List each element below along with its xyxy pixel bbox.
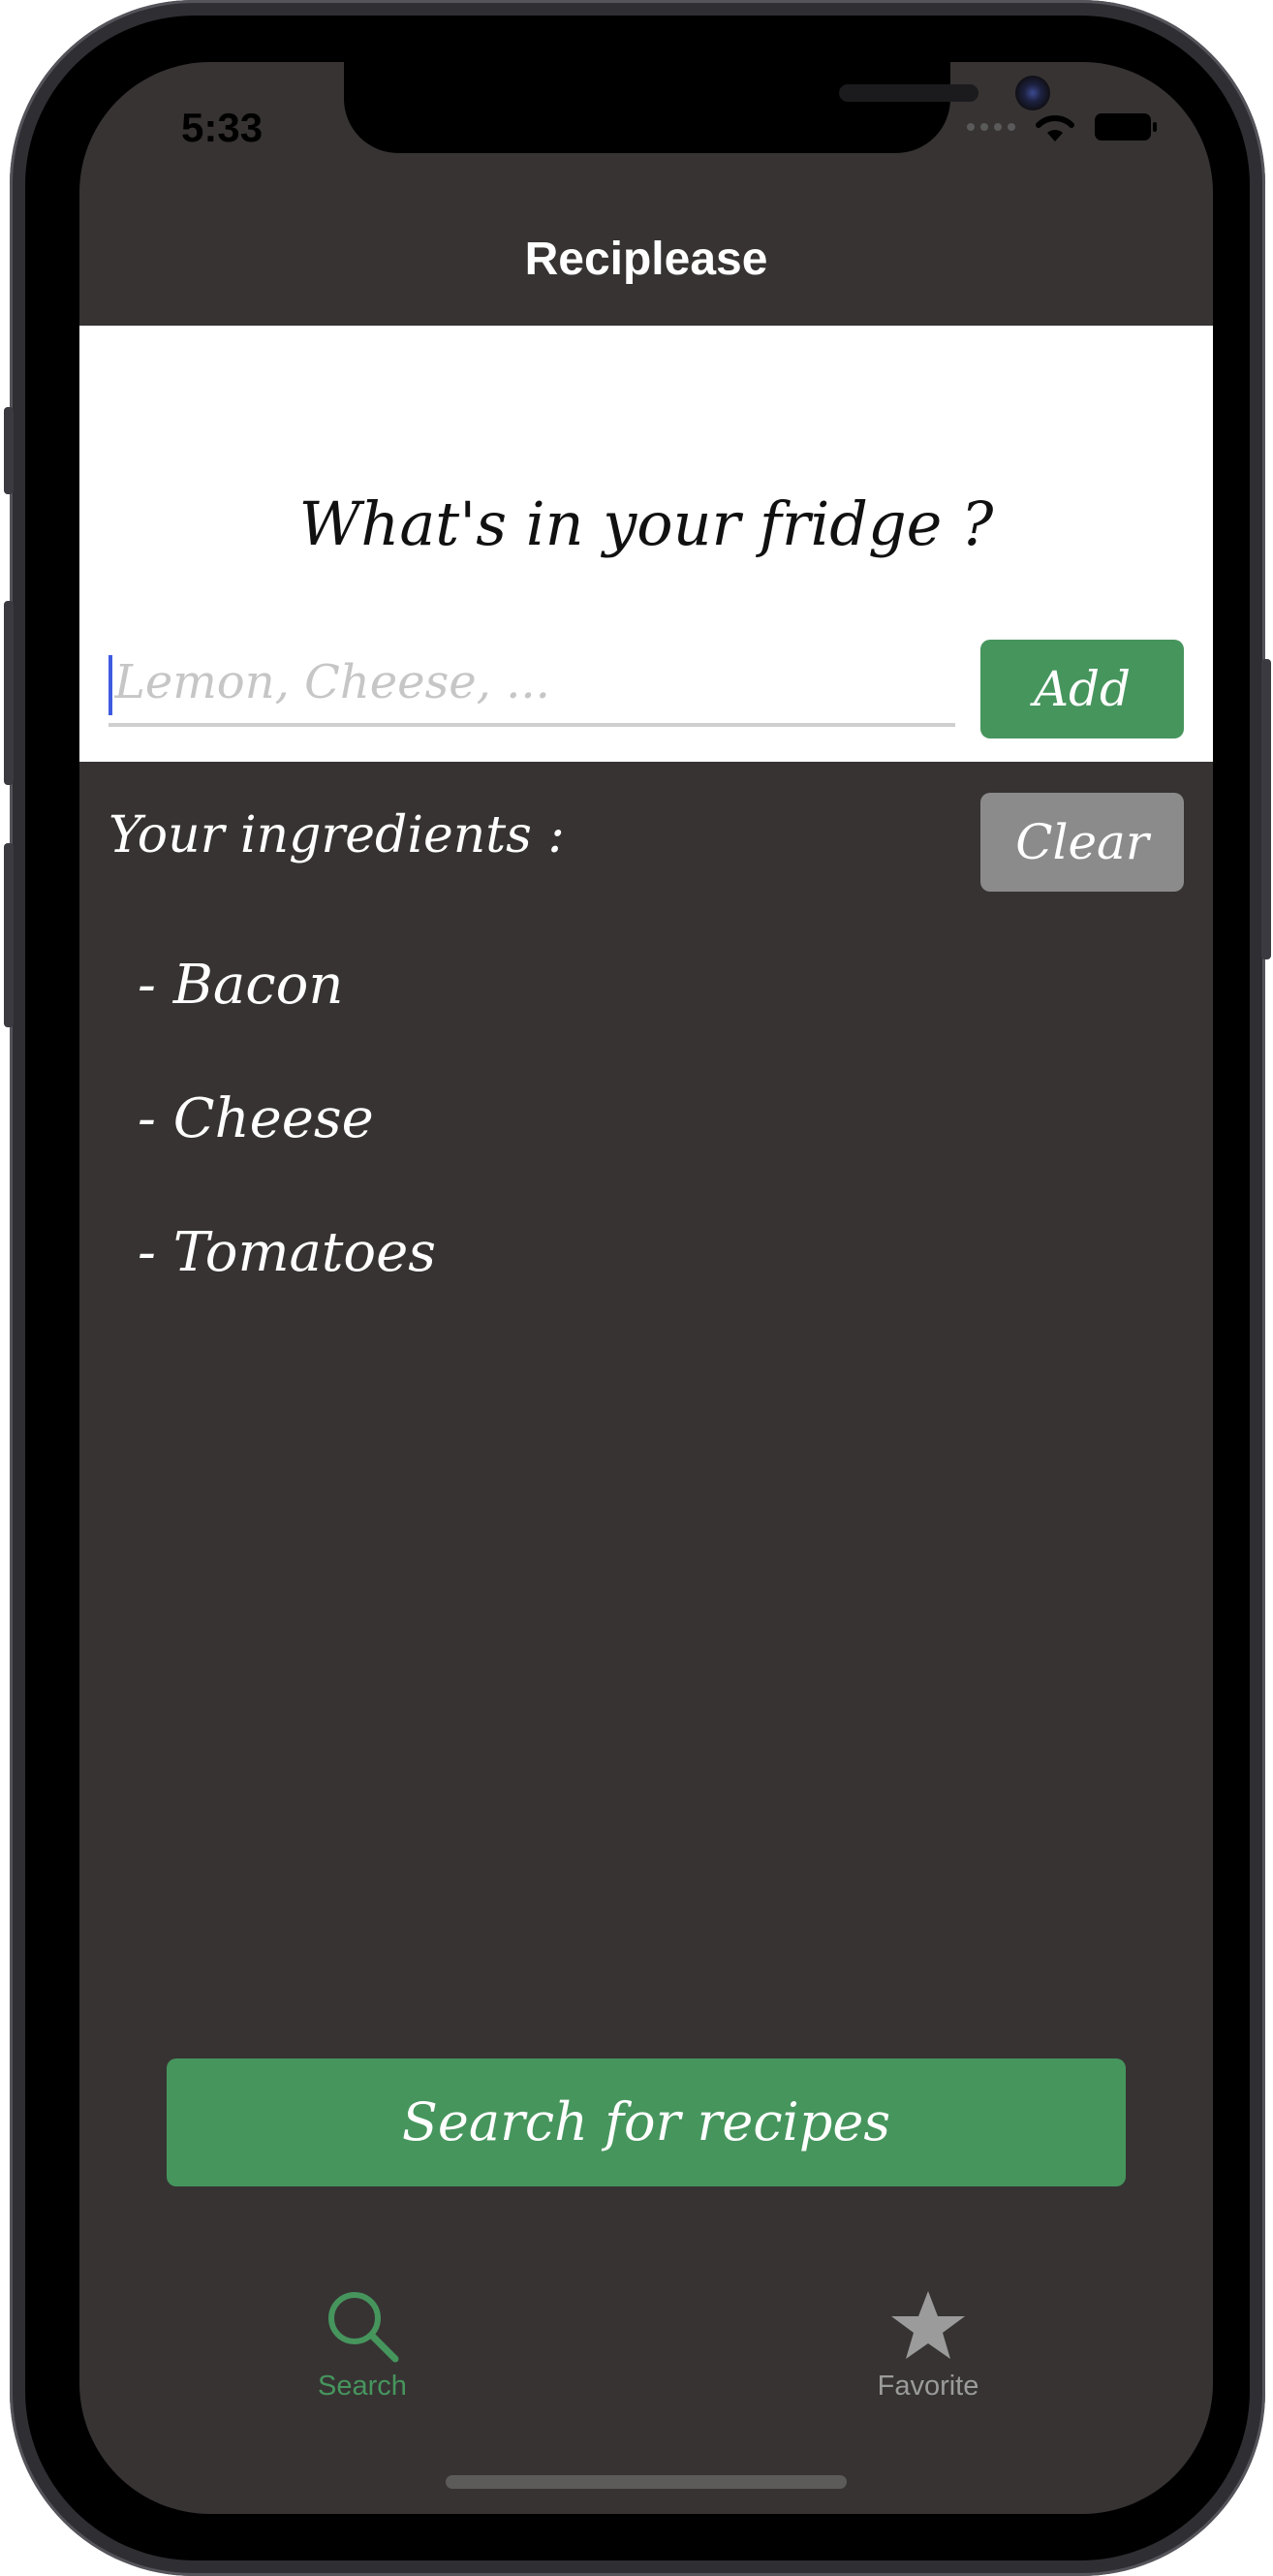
tab-favorite-label: Favorite bbox=[877, 2371, 979, 2402]
signal-dots-icon bbox=[967, 123, 1015, 131]
ingredient-item: - Cheese bbox=[138, 1087, 374, 1150]
status-time: 5:33 bbox=[181, 105, 264, 150]
tab-favorite[interactable]: Favorite bbox=[831, 2287, 1025, 2403]
ingredient-item: - Bacon bbox=[138, 954, 344, 1017]
ingredient-input-wrapper bbox=[109, 642, 955, 727]
fridge-question: What's in your fridge ? bbox=[298, 488, 994, 559]
magnifier-icon bbox=[328, 2292, 399, 2363]
search-recipes-button[interactable]: Search for recipes bbox=[167, 2058, 1126, 2186]
app-screen: 5:33 Reciplease What's in your fridge ? … bbox=[79, 62, 1213, 2514]
text-caret bbox=[109, 655, 112, 715]
add-button[interactable]: Add bbox=[980, 640, 1184, 738]
battery-icon bbox=[1095, 113, 1157, 141]
ingredients-label: Your ingredients : bbox=[109, 806, 565, 864]
side-button-silent bbox=[4, 407, 14, 494]
side-button-volume-down bbox=[4, 843, 14, 1027]
tab-search[interactable]: Search bbox=[265, 2287, 459, 2403]
notch bbox=[344, 62, 1050, 153]
ingredients-list: - Bacon - Cheese - Tomatoes bbox=[138, 954, 436, 1355]
status-icons bbox=[967, 110, 1157, 143]
earpiece-speaker bbox=[839, 84, 978, 102]
star-icon bbox=[891, 2291, 965, 2359]
nav-title: Reciplease bbox=[524, 234, 768, 285]
wifi-icon bbox=[1036, 114, 1074, 141]
device-frame: 5:33 Reciplease What's in your fridge ? … bbox=[4, 0, 1271, 2576]
clear-button[interactable]: Clear bbox=[980, 793, 1184, 892]
ingredient-entry-panel: What's in your fridge ? Add bbox=[79, 326, 1213, 762]
side-button-power bbox=[1261, 659, 1271, 959]
ingredient-input[interactable] bbox=[109, 642, 955, 723]
camera-icon bbox=[1015, 76, 1050, 110]
tab-search-label: Search bbox=[318, 2371, 407, 2402]
home-indicator bbox=[446, 2475, 847, 2489]
side-button-volume-up bbox=[4, 601, 14, 785]
ingredient-item: - Tomatoes bbox=[138, 1221, 437, 1284]
